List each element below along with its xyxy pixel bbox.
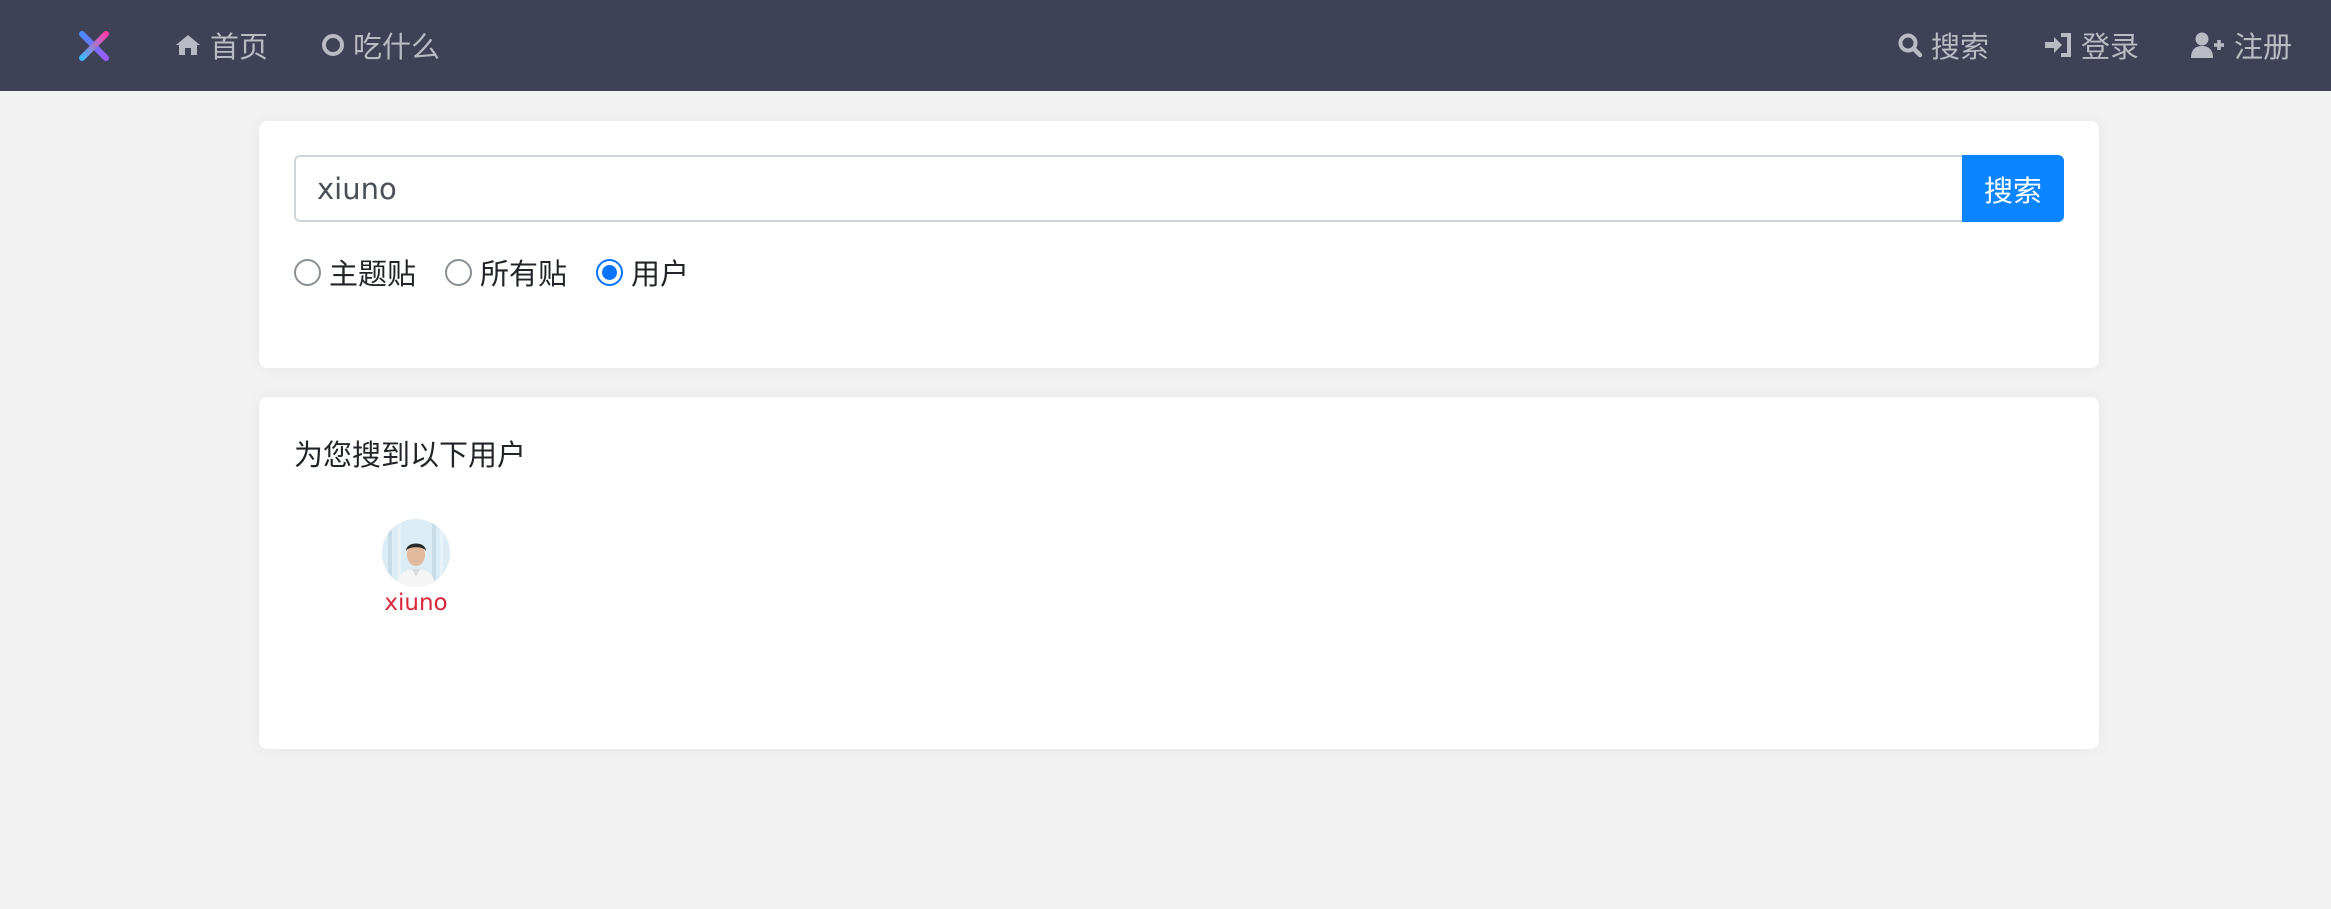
nav-eat-link[interactable]: 吃什么 [321,22,440,68]
radio-dot [602,264,618,280]
results-title: 为您搜到以下用户 [294,438,527,472]
results-card: 为您搜到以下用户 xiuno [259,397,2099,749]
radio-button[interactable] [445,258,473,286]
avatar[interactable] [382,519,450,587]
home-icon [174,33,202,57]
nav-home-link[interactable]: 首页 [174,22,268,68]
nav-search-link[interactable]: 搜索 [1897,22,1989,68]
nav-register-label: 注册 [2234,30,2293,64]
radio-option-threads[interactable]: 主题贴 [294,251,416,293]
sign-in-icon [2043,32,2073,58]
radio-label: 用户 [631,257,690,291]
user-plus-icon [2190,31,2226,59]
user-name-link[interactable]: xiuno [384,590,447,616]
nav-home-label: 首页 [210,30,269,64]
site-logo-icon[interactable] [74,26,114,66]
radio-option-users[interactable]: 用户 [596,251,689,293]
search-button[interactable]: 搜索 [1962,155,2064,222]
radio-button[interactable] [294,258,321,286]
search-bar: 搜索 [294,155,2064,222]
search-card: 搜索 主题贴 所有贴 用户 [259,121,2099,368]
nav-eat-label: 吃什么 [353,30,441,64]
top-navbar: 首页 吃什么 搜索 登录 注册 [0,0,2331,91]
radio-option-all-posts[interactable]: 所有贴 [445,251,567,293]
nav-search-label: 搜索 [1931,30,1990,64]
radio-label: 所有贴 [480,257,568,291]
nav-login-link[interactable]: 登录 [2043,22,2139,68]
search-type-options: 主题贴 所有贴 用户 [294,252,718,292]
search-input[interactable] [294,155,1963,222]
nav-login-label: 登录 [2081,30,2140,64]
circle-icon [321,33,345,57]
radio-label: 主题贴 [329,257,417,291]
nav-register-link[interactable]: 注册 [2190,22,2292,68]
radio-button-checked[interactable] [596,258,624,286]
search-icon [1897,32,1923,58]
user-result-item[interactable]: xiuno [358,519,474,616]
